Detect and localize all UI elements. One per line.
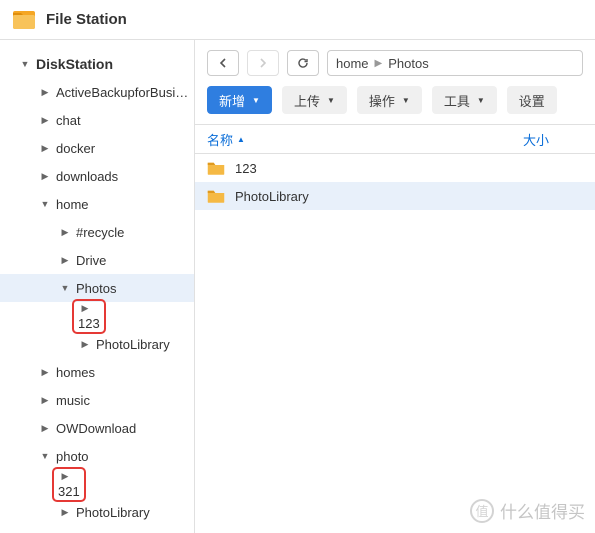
tree-label: 321 <box>58 484 80 499</box>
file-row[interactable]: 123 <box>195 154 595 182</box>
tree-item-downloads[interactable]: ▶ downloads <box>0 162 194 190</box>
content-pane: home ▶ Photos 新增▼ 上传▼ 操作▼ 工具▼ 设置 名称▲ 大小 … <box>195 40 595 533</box>
tree-label: ActiveBackupforBusiness <box>56 85 194 100</box>
file-row[interactable]: PhotoLibrary <box>195 182 595 210</box>
new-button[interactable]: 新增▼ <box>207 86 272 114</box>
chevron-right-icon[interactable]: ▶ <box>38 113 52 127</box>
tree-root-diskstation[interactable]: ▼ DiskStation <box>0 50 194 78</box>
tree-item-docker[interactable]: ▶ docker <box>0 134 194 162</box>
settings-button[interactable]: 设置 <box>507 86 557 114</box>
tree-item-music[interactable]: ▶ music <box>0 386 194 414</box>
nav-toolbar: home ▶ Photos <box>195 40 595 82</box>
watermark-icon: 值 <box>470 499 494 523</box>
tree-label: homes <box>56 365 95 380</box>
tree-item-recycle[interactable]: ▶ #recycle <box>0 218 194 246</box>
breadcrumb[interactable]: home ▶ Photos <box>327 50 583 76</box>
tree-item-photolibrary[interactable]: ▶ PhotoLibrary <box>0 330 194 358</box>
chevron-down-icon[interactable]: ▼ <box>18 57 32 71</box>
chevron-right-icon[interactable]: ▶ <box>78 337 92 351</box>
watermark: 值 什么值得买 <box>470 498 585 523</box>
chevron-right-icon[interactable]: ▶ <box>38 169 52 183</box>
upload-button[interactable]: 上传▼ <box>282 86 347 114</box>
tree-label: chat <box>56 113 81 128</box>
breadcrumb-item[interactable]: home <box>336 56 369 71</box>
chevron-right-icon[interactable]: ▶ <box>58 505 72 519</box>
refresh-button[interactable] <box>287 50 319 76</box>
tree-item-activebackupforbusiness[interactable]: ▶ ActiveBackupforBusiness <box>0 78 194 106</box>
breadcrumb-item[interactable]: Photos <box>388 56 428 71</box>
column-headers: 名称▲ 大小 <box>195 124 595 154</box>
column-size[interactable]: 大小 <box>523 130 583 149</box>
file-name: PhotoLibrary <box>235 189 309 204</box>
tree-item-photo[interactable]: ▼ photo <box>0 442 194 470</box>
file-name: 123 <box>235 161 257 176</box>
tree-item-home[interactable]: ▼ home <box>0 190 194 218</box>
caret-down-icon: ▼ <box>402 96 410 105</box>
chevron-right-icon[interactable]: ▶ <box>58 225 72 239</box>
action-toolbar: 新增▼ 上传▼ 操作▼ 工具▼ 设置 <box>195 82 595 124</box>
chevron-right-icon[interactable]: ▶ <box>38 85 52 99</box>
file-list: 123 PhotoLibrary <box>195 154 595 210</box>
chevron-right-icon[interactable]: ▶ <box>38 141 52 155</box>
caret-down-icon: ▼ <box>477 96 485 105</box>
forward-button[interactable] <box>247 50 279 76</box>
tree-item-321[interactable]: ▶321 <box>0 470 194 498</box>
caret-down-icon: ▼ <box>327 96 335 105</box>
file-station-icon <box>12 8 36 32</box>
tree-label: OWDownload <box>56 421 136 436</box>
column-name[interactable]: 名称▲ <box>207 130 523 149</box>
tree-label: PhotoLibrary <box>76 505 150 520</box>
tree-item-drive[interactable]: ▶ Drive <box>0 246 194 274</box>
app-header: File Station <box>0 0 595 40</box>
chevron-right-icon[interactable]: ▶ <box>58 253 72 267</box>
folder-icon <box>207 188 225 204</box>
caret-down-icon: ▼ <box>252 96 260 105</box>
highlight-box: ▶123 <box>72 299 106 334</box>
chevron-right-icon[interactable]: ▶ <box>38 393 52 407</box>
folder-tree: ▼ DiskStation ▶ ActiveBackupforBusiness ▶ c… <box>0 40 195 533</box>
tree-label: Photos <box>76 281 116 296</box>
tools-button[interactable]: 工具▼ <box>432 86 497 114</box>
tree-item-photos[interactable]: ▼ Photos <box>0 274 194 302</box>
tree-label: docker <box>56 141 95 156</box>
tree-label: photo <box>56 449 89 464</box>
tree-label: Drive <box>76 253 106 268</box>
tree-label: music <box>56 393 90 408</box>
chevron-down-icon[interactable]: ▼ <box>38 197 52 211</box>
back-button[interactable] <box>207 50 239 76</box>
tree-item-123[interactable]: ▶123 <box>0 302 194 330</box>
tree-item-chat[interactable]: ▶ chat <box>0 106 194 134</box>
chevron-down-icon[interactable]: ▼ <box>58 281 72 295</box>
tree-label: 123 <box>78 316 100 331</box>
app-title: File Station <box>46 11 127 28</box>
chevron-right-icon[interactable]: ▶ <box>58 470 72 484</box>
tree-item-homes[interactable]: ▶ homes <box>0 358 194 386</box>
chevron-right-icon[interactable]: ▶ <box>38 365 52 379</box>
chevron-right-icon[interactable]: ▶ <box>78 302 92 316</box>
tree-label: home <box>56 197 89 212</box>
sort-asc-icon: ▲ <box>237 135 245 144</box>
tree-item-owdownload[interactable]: ▶ OWDownload <box>0 414 194 442</box>
action-button[interactable]: 操作▼ <box>357 86 422 114</box>
folder-icon <box>207 160 225 176</box>
tree-label: PhotoLibrary <box>96 337 170 352</box>
highlight-box: ▶321 <box>52 467 86 502</box>
tree-item-photolibrary[interactable]: ▶ PhotoLibrary <box>0 498 194 526</box>
chevron-right-icon[interactable]: ▶ <box>38 421 52 435</box>
tree-label: DiskStation <box>36 56 113 72</box>
tree-label: downloads <box>56 169 118 184</box>
chevron-down-icon[interactable]: ▼ <box>38 449 52 463</box>
tree-label: #recycle <box>76 225 124 240</box>
chevron-right-icon: ▶ <box>375 58 383 69</box>
